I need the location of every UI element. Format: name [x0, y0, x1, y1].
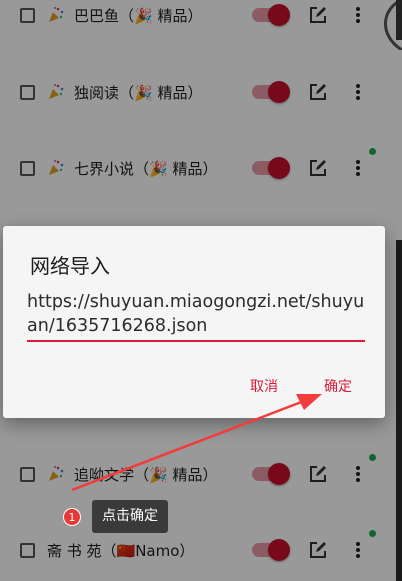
- tooltip: 点击确定: [92, 500, 168, 533]
- cancel-button[interactable]: 取消: [250, 376, 278, 396]
- dialog-title: 网络导入: [30, 254, 110, 278]
- network-import-dialog: 网络导入 https://shuyuan.miaogongzi.net/shuy…: [3, 226, 385, 418]
- edge-strip: [396, 240, 402, 581]
- ok-button[interactable]: 确定: [324, 376, 352, 396]
- url-input[interactable]: https://shuyuan.miaogongzi.net/shuyuan/1…: [27, 290, 365, 342]
- step-badge: 1: [63, 508, 81, 526]
- edge-strip: [396, 0, 402, 40]
